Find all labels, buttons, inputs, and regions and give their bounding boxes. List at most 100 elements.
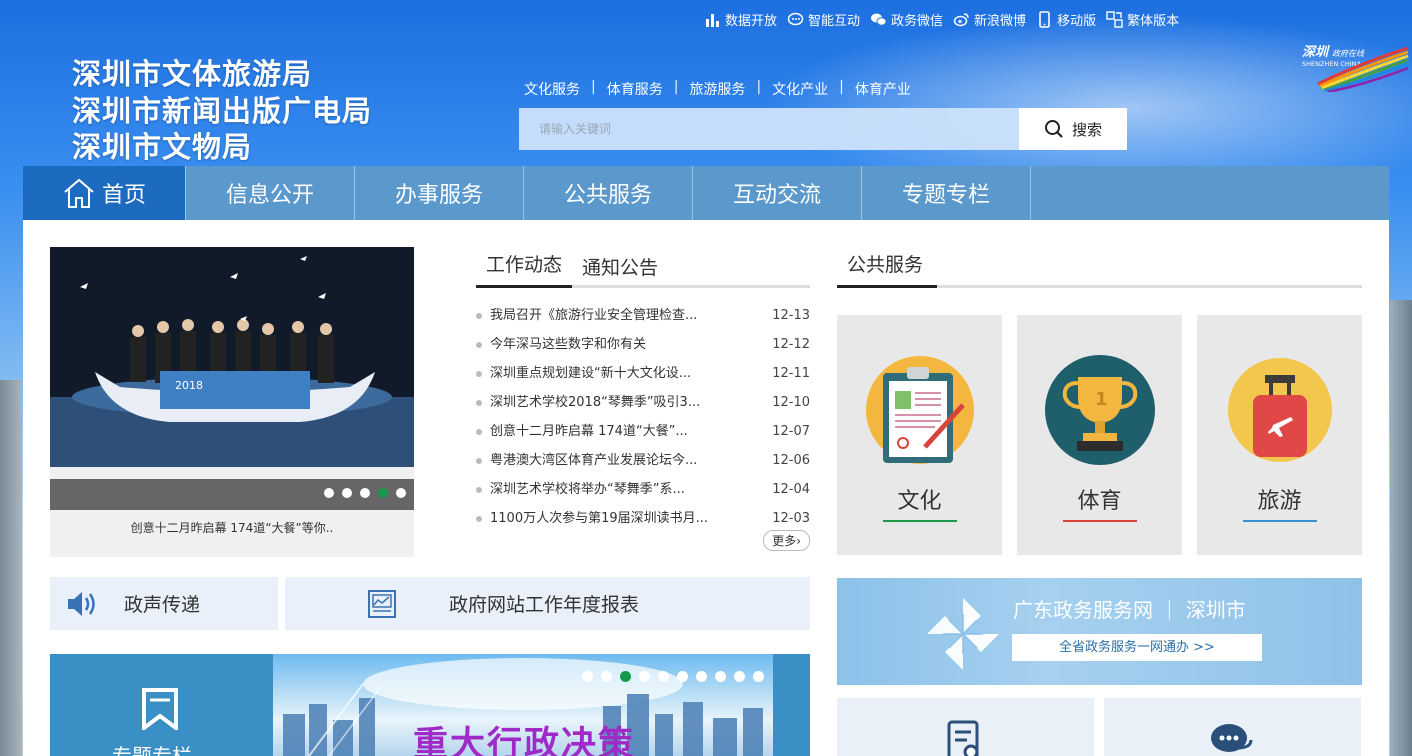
carousel-dot[interactable] [677, 671, 688, 682]
toplink-label: 数据开放 [725, 14, 778, 29]
toplink-label: 移动版 [1057, 14, 1097, 29]
news-item[interactable]: 创意十二月昨启幕 174道“大餐”... 12-07 [476, 417, 810, 446]
toplink-data-open[interactable]: 数据开放 [704, 10, 777, 29]
news-item[interactable]: 今年深马这些数字和你有关 12-12 [476, 330, 810, 359]
nav-special-topics[interactable]: 专题专栏 [862, 166, 1031, 220]
service-shortcuts [837, 698, 1361, 756]
service-card-tourism[interactable]: 旅游 [1197, 315, 1362, 555]
news-item[interactable]: 深圳艺术学校将举办“琴舞季”系... 12-04 [476, 475, 810, 504]
search-input[interactable] [519, 108, 1019, 150]
pinwheel-icon [927, 598, 999, 670]
carousel-dot[interactable] [639, 671, 650, 682]
service-card-culture[interactable]: 文化 [837, 315, 1002, 555]
carousel-dot[interactable] [715, 671, 726, 682]
logo-line-1: 深圳市文体旅游局 [72, 57, 313, 91]
service-card-label: 体育 [1077, 489, 1122, 514]
more-label: 更多 [772, 534, 797, 548]
carousel-dot[interactable] [753, 671, 764, 682]
quicklink-sports-industry[interactable]: 体育产业 [855, 79, 911, 99]
quicklink-tourism-service[interactable]: 旅游服务 [689, 79, 745, 99]
special-topics-tile[interactable]: 专题专栏 [50, 654, 273, 756]
news-title: 深圳艺术学校将举办“琴舞季”系... [476, 475, 730, 504]
news-date: 12-04 [772, 482, 810, 497]
toplink-label: 智能互动 [808, 14, 861, 29]
public-service-header: 公共服务 [837, 247, 1362, 288]
service-card-label: 旅游 [1257, 489, 1302, 514]
nav-affairs-service[interactable]: 办事服务 [355, 166, 524, 220]
special-topics-carousel[interactable]: 重大行政决策 [273, 654, 773, 756]
carousel-dot[interactable] [658, 671, 669, 682]
carousel-dot[interactable] [601, 671, 612, 682]
carousel-dot[interactable] [696, 671, 707, 682]
carousel-dot[interactable] [396, 488, 406, 498]
slider-control-bar [50, 479, 414, 510]
tab-notices[interactable]: 通知公告 [572, 253, 668, 288]
logo-line-2: 深圳市新闻出版广电局 [72, 93, 373, 128]
service-card-sports[interactable]: 1 体育 [1017, 315, 1182, 555]
shortcut-card-document[interactable] [837, 698, 1094, 756]
carousel-dot[interactable] [378, 488, 388, 498]
logo-line-3: 深圳市文物局 [72, 130, 253, 164]
annual-report-link[interactable]: 政府网站工作年度报表 [285, 577, 810, 630]
news-date: 12-12 [772, 337, 810, 352]
special-topics-label: 专题专栏 [112, 744, 192, 756]
toplink-mobile[interactable]: 移动版 [1036, 10, 1096, 29]
report-chart-icon [368, 589, 396, 618]
news-title: 粤港澳大湾区体育产业发展论坛今... [476, 446, 730, 475]
news-title: 1100万人次参与第19届深圳读书月... [476, 504, 730, 533]
tab-work-news[interactable]: 工作动态 [476, 250, 573, 288]
bookmark-icon [142, 688, 178, 730]
guangdong-service-banner[interactable]: 广东政务服务网 ｜ 深圳市 全省政务服务一网通办 >> [837, 578, 1362, 685]
toplink-weibo[interactable]: 新浪微博 [953, 10, 1026, 29]
quicklink-culture-service[interactable]: 文化服务 [524, 79, 580, 99]
news-date: 12-13 [772, 308, 810, 323]
svg-text:深圳: 深圳 [1302, 44, 1330, 60]
news-item[interactable]: 1100万人次参与第19届深圳读书月... 12-03 [476, 504, 810, 533]
svg-text:1: 1 [1095, 389, 1108, 410]
background-building-left [0, 380, 22, 756]
carousel-dot[interactable] [342, 488, 352, 498]
carousel-dot[interactable] [582, 671, 593, 682]
news-item[interactable]: 深圳艺术学校2018“琴舞季”吸引3... 12-10 [476, 388, 810, 417]
public-service-panel: 公共服务 文化 1 体育 旅游 [837, 247, 1362, 555]
nav-public-service[interactable]: 公共服务 [524, 166, 693, 220]
toplink-traditional[interactable]: 繁体版本 [1106, 10, 1179, 29]
service-cards: 文化 1 体育 旅游 [837, 315, 1362, 555]
shortcut-card-consult[interactable] [1104, 698, 1361, 756]
quicklink-culture-industry[interactable]: 文化产业 [772, 79, 828, 99]
more-button[interactable]: 更多› [763, 530, 810, 551]
news-date: 12-03 [772, 511, 810, 526]
toplink-wechat[interactable]: 政务微信 [870, 10, 943, 29]
carousel-dot[interactable] [324, 488, 334, 498]
nav-interaction[interactable]: 互动交流 [693, 166, 862, 220]
carousel-dot[interactable] [360, 488, 370, 498]
luggage-icon [1228, 358, 1332, 462]
news-list: 我局召开《旅游行业安全管理检查... 12-13 今年深马这些数字和你有关 12-1… [476, 301, 810, 533]
slide-caption[interactable]: 创意十二月昨启幕 174道“大餐”等你.. [50, 519, 414, 536]
nav-info-disclosure[interactable]: 信息公开 [186, 166, 355, 220]
news-item[interactable]: 我局召开《旅游行业安全管理检查... 12-13 [476, 301, 810, 330]
public-service-title[interactable]: 公共服务 [837, 250, 937, 288]
trophy-icon: 1 [1045, 355, 1155, 465]
background-building-right [1390, 300, 1412, 756]
news-date: 12-06 [772, 453, 810, 468]
toplink-label: 新浪微博 [974, 14, 1027, 29]
news-title: 我局召开《旅游行业安全管理检查... [476, 301, 730, 330]
site-logo[interactable]: 深圳市文体旅游局 深圳市新闻出版广电局 深圳市文物局 [72, 56, 372, 166]
carousel-dot[interactable] [734, 671, 745, 682]
gov-voice-link[interactable]: 政声传递 [50, 577, 278, 630]
nav-label: 首页 [101, 183, 146, 208]
quicklink-sports-service[interactable]: 体育服务 [607, 79, 663, 99]
special-topics-banner-title: 重大行政决策 [413, 724, 636, 756]
news-image-slider: 2018 创意十二月昨启幕 174道“大餐”等你.. [50, 247, 414, 557]
slide-image[interactable]: 2018 [50, 247, 414, 467]
carousel-dot[interactable] [620, 671, 631, 682]
main-content: 2018 创意十二月昨启幕 174道“大餐”等你.. 工作动态 通知公告 我局召… [23, 220, 1389, 756]
toplink-smart-interaction[interactable]: 智能互动 [787, 10, 860, 29]
news-title: 今年深马这些数字和你有关 [476, 330, 730, 359]
slider-dots [324, 488, 406, 498]
search-button[interactable]: 搜索 [1019, 108, 1127, 150]
news-item[interactable]: 深圳重点规划建设“新十大文化设... 12-11 [476, 359, 810, 388]
nav-home[interactable]: 首页 [23, 166, 186, 220]
news-item[interactable]: 粤港澳大湾区体育产业发展论坛今... 12-06 [476, 446, 810, 475]
